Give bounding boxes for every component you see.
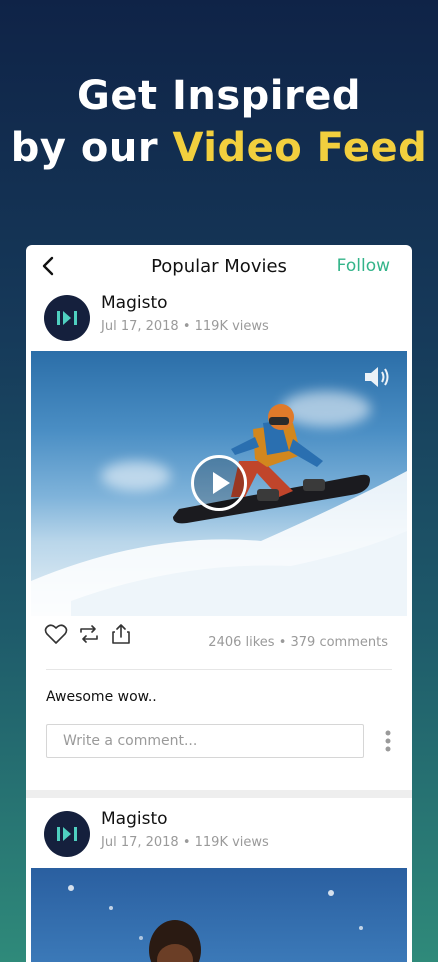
video-player[interactable] xyxy=(31,351,407,616)
sound-icon[interactable] xyxy=(363,365,393,389)
headline-accent: Video Feed xyxy=(172,125,428,171)
post-meta: Jul 17, 2018 • 119K views xyxy=(101,835,269,850)
top-bar: Popular Movies Follow xyxy=(26,245,412,289)
play-button[interactable] xyxy=(191,455,247,511)
video-player[interactable] xyxy=(31,868,407,962)
headline-line-2-prefix: by our xyxy=(10,125,173,171)
post-author[interactable]: Magisto xyxy=(101,293,168,313)
post-actions: 2406 likes • 379 comments xyxy=(26,623,412,663)
headline-line-1: Get Inspired xyxy=(76,73,361,119)
surfer-image xyxy=(68,885,363,962)
play-icon xyxy=(213,472,230,494)
heart-icon[interactable] xyxy=(44,623,68,645)
post-header: Magisto Jul 17, 2018 • 119K views xyxy=(26,809,412,867)
headline-line-2: by our Video Feed xyxy=(0,122,438,174)
share-icon[interactable] xyxy=(110,623,132,645)
post-meta: Jul 17, 2018 • 119K views xyxy=(101,319,269,334)
post-stats: 2406 likes • 379 comments xyxy=(208,635,388,650)
more-options-icon[interactable] xyxy=(384,729,392,753)
post-separator xyxy=(26,790,412,798)
magisto-logo-icon xyxy=(57,827,77,841)
avatar[interactable] xyxy=(44,811,90,857)
magisto-logo-icon xyxy=(57,311,77,325)
promo-headline: Get Inspired by our Video Feed xyxy=(0,70,438,174)
divider xyxy=(46,669,392,670)
comment-field[interactable] xyxy=(46,724,365,758)
post-caption: Awesome wow.. xyxy=(46,689,157,705)
follow-button[interactable]: Follow xyxy=(337,256,390,276)
repost-icon[interactable] xyxy=(78,623,100,645)
post-header: Magisto Jul 17, 2018 • 119K views xyxy=(26,293,412,351)
avatar[interactable] xyxy=(44,295,90,341)
post-author[interactable]: Magisto xyxy=(101,809,168,829)
comment-input[interactable] xyxy=(61,725,365,757)
app-screen-card: Popular Movies Follow Magisto Jul 17, 20… xyxy=(26,245,412,962)
